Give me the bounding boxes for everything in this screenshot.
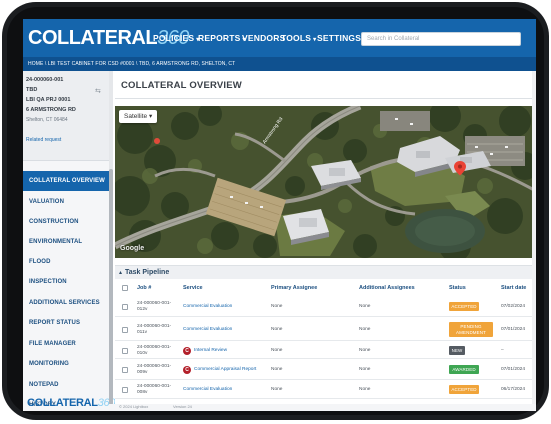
footer-version: Version 24 <box>173 404 192 409</box>
sidebar-item-valuation[interactable]: VALUATION <box>23 192 109 212</box>
column-header-service[interactable]: Service <box>183 285 203 291</box>
service-link[interactable]: Commercial Evaluation <box>183 304 232 310</box>
job-number[interactable]: 24-000060-001-012v <box>137 301 177 313</box>
loan-id: 24-000060-001 <box>26 77 64 83</box>
footer-bar: © 2024 Lightbox Version 24 <box>109 404 536 411</box>
status-badge: ACCEPTED <box>449 385 479 394</box>
sidebar-scrollbar[interactable] <box>109 71 113 411</box>
service-link[interactable]: Commercial Appraisal Report <box>194 367 256 373</box>
nav-policies[interactable]: POLICIES ▾ <box>153 33 200 43</box>
row-checkbox[interactable] <box>122 367 128 373</box>
status-badge: NEW <box>449 346 465 355</box>
column-header-primary-assignee[interactable]: Primary Assignee <box>271 285 317 291</box>
search-input[interactable]: Search in Collateral <box>361 32 521 46</box>
task-pipeline-header[interactable]: ▴ Task Pipeline <box>115 265 536 279</box>
table-row[interactable]: 24-000060-001-009v C Commercial Appraisal … <box>115 360 536 380</box>
expand-icon[interactable]: ⇆ <box>95 87 101 95</box>
additional-assignees: None <box>359 327 371 332</box>
footer-copyright: © 2024 Lightbox <box>119 404 149 409</box>
nav-vendors[interactable]: VENDORS <box>242 33 285 43</box>
loan-street: 6 ARMSTRONG RD <box>26 107 76 113</box>
sidebar-item-environmental[interactable]: ENVIRONMENTAL <box>23 232 109 252</box>
additional-assignees: None <box>359 348 371 353</box>
main-scrollbar[interactable] <box>532 71 536 411</box>
job-number[interactable]: 24-000060-001-011v <box>137 324 177 336</box>
nav-tools[interactable]: TOOLS ▾ <box>281 33 316 43</box>
commercial-icon: C <box>183 347 191 355</box>
loan-project: LBI QA PRJ 0001 <box>26 97 71 103</box>
start-date: 06/17/2024 <box>501 387 526 392</box>
task-pipeline-title: Task Pipeline <box>125 269 170 276</box>
related-request-link[interactable]: Related request <box>26 137 61 143</box>
column-header-additional-assignees[interactable]: Additional Assignees <box>359 285 415 291</box>
start-date: 07/01/2024 <box>501 367 526 372</box>
map-type-dropdown[interactable]: Satellite ▾ <box>119 110 158 123</box>
loan-name: TBD <box>26 87 38 93</box>
page-title: COLLATERAL OVERVIEW <box>121 80 242 91</box>
primary-assignee: None <box>271 367 283 372</box>
start-date: – <box>501 348 504 353</box>
primary-assignee: None <box>271 387 283 392</box>
chevron-down-icon: ▾ <box>148 113 153 120</box>
job-number[interactable]: 24-000060-001-008v <box>137 384 177 396</box>
additional-assignees: None <box>359 387 371 392</box>
sidebar-item-notepad[interactable]: NOTEPAD <box>23 375 109 395</box>
primary-assignee: None <box>271 348 283 353</box>
title-divider <box>115 98 536 99</box>
sidebar-item-flood[interactable]: FLOOD <box>23 252 109 272</box>
status-badge: PENDING AMENDMENT <box>449 322 493 337</box>
additional-assignees: None <box>359 304 371 309</box>
column-header-status[interactable]: Status <box>449 285 466 291</box>
sidebar-scrollbar-thumb[interactable] <box>109 169 113 405</box>
job-number[interactable]: 24-000060-001-009v <box>137 364 177 376</box>
sidebar-item-construction[interactable]: CONSTRUCTION <box>23 212 109 232</box>
column-header-start-date[interactable]: Start date <box>501 285 526 291</box>
start-date: 07/02/2024 <box>501 304 526 309</box>
sidebar-item-collateral-overview[interactable]: COLLATERAL OVERVIEW <box>23 171 109 191</box>
sidebar-item-report-status[interactable]: REPORT STATUS <box>23 313 109 333</box>
column-header-job[interactable]: Job # <box>137 285 151 291</box>
status-badge: ACCEPTED <box>449 302 479 311</box>
service-link[interactable]: Commercial Evaluation <box>183 327 232 333</box>
sidebar-item-file-manager[interactable]: FILE MANAGER <box>23 334 109 354</box>
additional-assignees: None <box>359 367 371 372</box>
table-row[interactable]: 24-000060-001-010v C Internal Review None No… <box>115 342 536 359</box>
sidebar: 24-000060-001 TBD LBI QA PRJ 0001 6 ARMS… <box>23 71 115 411</box>
loan-city: Shelton, CT 06484 <box>26 117 68 123</box>
chevron-down-icon[interactable]: ▴ <box>119 269 122 276</box>
primary-assignee: None <box>271 304 283 309</box>
select-all-checkbox[interactable] <box>122 285 128 291</box>
satellite-map[interactable]: Armstrong Rd Satellite ▾ Google <box>115 106 536 258</box>
row-checkbox[interactable] <box>122 348 128 354</box>
status-badge: AWARDED <box>449 365 479 374</box>
satellite-imagery: Armstrong Rd <box>115 106 536 258</box>
nav-settings[interactable]: SETTINGS▾ <box>317 33 366 43</box>
table-row[interactable]: 24-000060-001-011v Commercial Evaluation N… <box>115 318 536 341</box>
loan-summary-card: 24-000060-001 TBD LBI QA PRJ 0001 6 ARMS… <box>23 71 109 161</box>
row-checkbox[interactable] <box>122 327 128 333</box>
start-date: 07/01/2024 <box>501 327 526 332</box>
main-content: COLLATERAL OVERVIEW Armstrong Rd Satelli… <box>115 71 536 411</box>
sidebar-item-monitoring[interactable]: MONITORING <box>23 354 109 374</box>
primary-assignee: None <box>271 327 283 332</box>
table-row[interactable]: 24-000060-001-008v Commercial Evaluation N… <box>115 381 536 399</box>
commercial-icon: C <box>183 366 191 374</box>
top-navigation-bar: COLLATERAL360 POLICIES ▾ REPORTS ▾ VENDORS… <box>23 19 536 57</box>
table-row[interactable]: 24-000060-001-012v Commercial Evaluation N… <box>115 297 536 317</box>
row-checkbox[interactable] <box>122 304 128 310</box>
sidebar-item-additional-services[interactable]: ADDITIONAL SERVICES <box>23 293 109 313</box>
map-attribution: Google <box>120 245 145 252</box>
nav-reports[interactable]: REPORTS ▾ <box>198 33 246 43</box>
service-link[interactable]: Internal Review <box>194 348 227 354</box>
service-link[interactable]: Commercial Evaluation <box>183 387 232 393</box>
job-number[interactable]: 24-000060-001-010v <box>137 345 177 357</box>
app-screen: COLLATERAL360 POLICIES ▾ REPORTS ▾ VENDORS… <box>23 19 536 411</box>
breadcrumb[interactable]: HOME \ LBI TEST CABINET FOR CSD #0001 \ … <box>23 57 536 71</box>
row-checkbox[interactable] <box>122 387 128 393</box>
logo-word: COLLATERAL <box>28 27 158 49</box>
chevron-down-icon: ▾ <box>313 37 317 43</box>
sidebar-item-inspection[interactable]: INSPECTION <box>23 272 109 292</box>
footer-logo: COLLATERAL360 <box>27 397 116 409</box>
